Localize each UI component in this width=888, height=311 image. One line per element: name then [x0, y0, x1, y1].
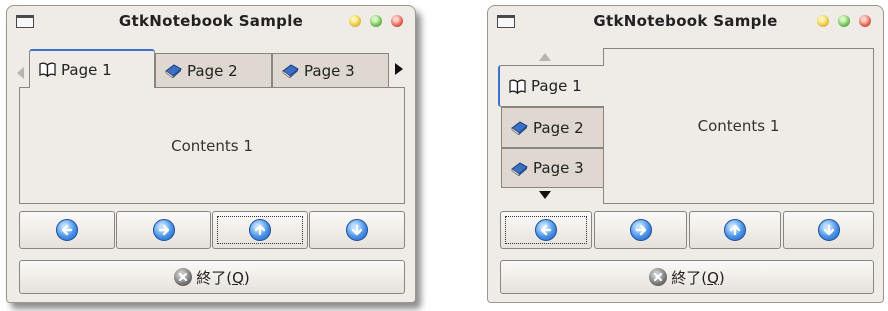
notebook-page: Contents 1	[19, 87, 405, 204]
minimize-button[interactable]	[349, 15, 361, 27]
quit-button[interactable]: 終了(Q)	[500, 260, 874, 294]
tab-label: Page 2	[533, 118, 584, 137]
closed-book-icon	[165, 64, 182, 78]
open-book-icon	[509, 79, 526, 94]
quit-icon	[649, 268, 668, 286]
quit-label: 終了(Q)	[671, 268, 725, 287]
scroll-tabs-right-icon[interactable]	[395, 63, 403, 75]
title-bar[interactable]: GtkNotebook Sample	[7, 6, 415, 36]
go-forward-icon	[629, 219, 652, 241]
tabs-left-button[interactable]	[783, 211, 874, 249]
prev-page-button[interactable]	[19, 211, 115, 249]
go-up-icon	[724, 219, 746, 241]
go-back-icon	[56, 219, 78, 241]
scroll-tabs-up-icon[interactable]	[539, 53, 551, 61]
go-down-icon	[346, 219, 368, 241]
tab-label: Page 2	[187, 61, 238, 80]
tab-page-1[interactable]: Page 1	[29, 49, 155, 88]
scroll-tabs-down-icon[interactable]	[539, 191, 551, 199]
prev-page-button[interactable]	[500, 211, 592, 249]
tabs-bottom-button[interactable]	[309, 211, 405, 249]
maximize-button[interactable]	[370, 15, 382, 27]
tabs-top-button[interactable]	[689, 211, 781, 249]
notebook-window-left-tabs: GtkNotebook Sample Page 1 Page 2 Page 3 …	[487, 5, 884, 303]
tabs-top-button[interactable]	[212, 211, 308, 249]
scroll-tabs-left-icon[interactable]	[17, 67, 25, 79]
close-button[interactable]	[391, 15, 403, 27]
closed-book-icon	[511, 161, 528, 176]
tab-label: Page 3	[304, 61, 355, 80]
next-page-button[interactable]	[116, 211, 211, 249]
quit-label: 終了(Q)	[196, 268, 250, 287]
tab-label: Page 1	[531, 77, 582, 95]
quit-button[interactable]: 終了(Q)	[19, 260, 405, 294]
tab-label: Page 3	[533, 159, 584, 177]
notebook-window-top-tabs: GtkNotebook Sample Page 1 Page 2 Page 3 …	[6, 5, 416, 303]
tab-label: Page 1	[61, 60, 112, 79]
page-contents-text: Contents 1	[171, 136, 253, 155]
maximize-button[interactable]	[838, 15, 850, 27]
open-book-icon	[39, 62, 56, 77]
tab-page-2[interactable]: Page 2	[501, 107, 604, 148]
tab-page-3[interactable]: Page 3	[501, 148, 604, 188]
close-button[interactable]	[859, 15, 871, 27]
next-page-button[interactable]	[594, 211, 687, 249]
tab-page-3[interactable]: Page 3	[272, 53, 389, 88]
minimize-button[interactable]	[817, 15, 829, 27]
quit-icon	[174, 268, 193, 286]
closed-book-icon	[282, 64, 299, 78]
go-back-icon	[535, 219, 557, 241]
go-down-icon	[817, 219, 840, 241]
go-up-icon	[249, 219, 271, 241]
go-forward-icon	[152, 219, 175, 241]
tab-page-2[interactable]: Page 2	[155, 53, 272, 88]
page-contents-text: Contents 1	[697, 117, 780, 135]
notebook-page: Contents 1	[603, 48, 874, 204]
tab-page-1[interactable]: Page 1	[498, 65, 604, 107]
title-bar[interactable]: GtkNotebook Sample	[488, 6, 883, 36]
closed-book-icon	[511, 121, 528, 135]
